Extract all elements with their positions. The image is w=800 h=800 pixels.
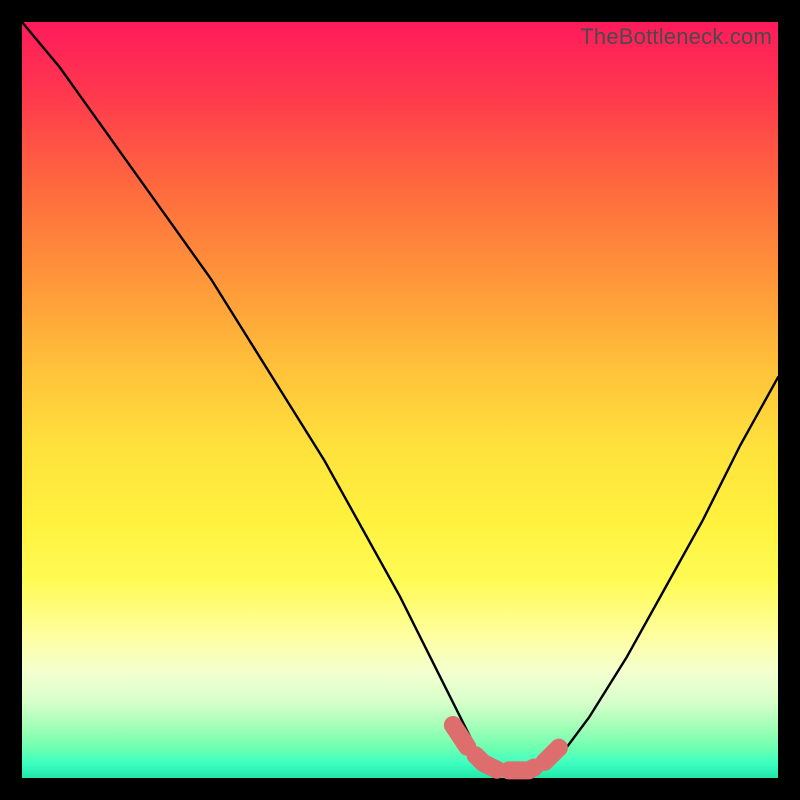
chart-frame: TheBottleneck.com: [22, 22, 778, 778]
watermark-text: TheBottleneck.com: [580, 24, 772, 50]
highlight-endpoint: [550, 739, 568, 757]
chart-svg: [22, 22, 778, 778]
highlight-endpoint: [444, 716, 462, 734]
highlight-markers: [444, 716, 568, 770]
bottleneck-curve: [22, 22, 778, 770]
